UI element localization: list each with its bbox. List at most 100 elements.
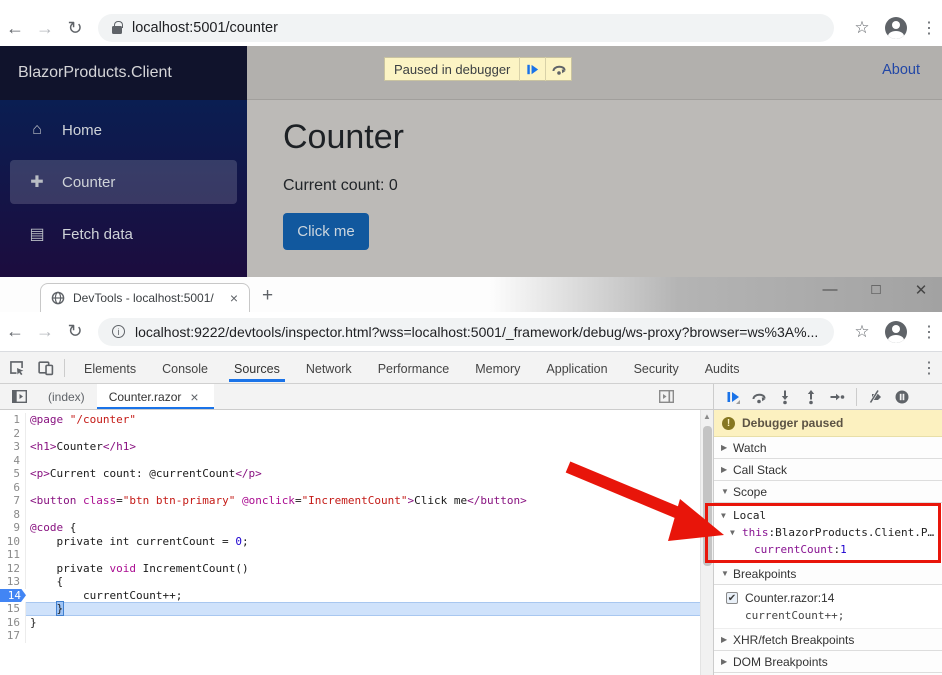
- code-line-8[interactable]: 8: [0, 507, 700, 521]
- click-me-button[interactable]: Click me: [283, 213, 369, 250]
- sidebar-item-home[interactable]: ⌂ Home: [10, 108, 237, 152]
- scope-this-row[interactable]: ▼ this: BlazorProducts.Client.P…: [714, 524, 942, 541]
- profile-avatar[interactable]: [885, 320, 907, 343]
- forward-icon[interactable]: →: [30, 18, 60, 39]
- tab-console[interactable]: Console: [149, 354, 221, 382]
- line-number: 2: [0, 426, 26, 440]
- step-icon[interactable]: [824, 385, 850, 409]
- url-text[interactable]: localhost:5001/counter: [132, 20, 278, 36]
- back-icon[interactable]: ←: [0, 321, 30, 342]
- code-token: {: [30, 575, 64, 588]
- section-label: Breakpoints: [733, 566, 797, 581]
- tab-close-icon[interactable]: ×: [187, 389, 201, 405]
- page-title: Counter: [283, 118, 404, 156]
- tab-application[interactable]: Application: [533, 354, 620, 382]
- file-tab-counter-razor[interactable]: Counter.razor ×: [96, 384, 214, 409]
- menu-dots-icon[interactable]: ⋮: [916, 18, 942, 38]
- inspect-element-icon[interactable]: [3, 356, 29, 380]
- tab-performance[interactable]: Performance: [365, 354, 463, 382]
- section-breakpoints[interactable]: ▼ Breakpoints: [714, 563, 942, 585]
- scrollbar-thumb[interactable]: [703, 426, 712, 566]
- device-toolbar-icon[interactable]: [32, 356, 58, 380]
- code-line-7[interactable]: 7 <button class="btn btn-primary" @onclic…: [0, 494, 700, 508]
- pause-on-exceptions-icon[interactable]: [889, 385, 915, 409]
- section-scope[interactable]: ▼ Scope: [714, 481, 942, 503]
- code-line-1[interactable]: 1 @page "/counter": [0, 413, 700, 427]
- sidebar-item-fetch-data[interactable]: ▤ Fetch data: [10, 212, 237, 256]
- tab-audits[interactable]: Audits: [692, 354, 753, 382]
- code-line-12[interactable]: 12 private void IncrementCount(): [0, 561, 700, 575]
- app-brand-title[interactable]: BlazorProducts.Client: [18, 64, 172, 82]
- resume-script-icon[interactable]: [720, 385, 746, 409]
- breakpoint-marker[interactable]: 14: [0, 589, 26, 603]
- editor-scrollbar[interactable]: ▲: [700, 410, 713, 675]
- url-text[interactable]: localhost:9222/devtools/inspector.html?w…: [135, 324, 818, 340]
- code-line-6[interactable]: 6: [0, 480, 700, 494]
- code-line-9[interactable]: 9 @code {: [0, 521, 700, 535]
- section-watch[interactable]: ▶ Watch: [714, 437, 942, 459]
- code-line-17[interactable]: 17: [0, 629, 700, 643]
- code-line-16[interactable]: 16}: [0, 615, 700, 629]
- address-bar[interactable]: i localhost:9222/devtools/inspector.html…: [98, 317, 834, 346]
- code-line-5[interactable]: 5 <p>Current count: @currentCount</p>: [0, 467, 700, 481]
- window-minimize-icon[interactable]: —: [815, 281, 845, 298]
- tab-elements[interactable]: Elements: [71, 354, 149, 382]
- step-over-icon[interactable]: [545, 57, 571, 81]
- menu-dots-icon[interactable]: ⋮: [916, 322, 942, 342]
- scroll-up-icon[interactable]: ▲: [701, 412, 713, 421]
- breakpoint-checkbox[interactable]: ✔: [726, 592, 738, 604]
- tab-memory[interactable]: Memory: [462, 354, 533, 382]
- code-line-3[interactable]: 3 <h1>Counter</h1>: [0, 440, 700, 454]
- step-over-icon[interactable]: [746, 385, 772, 409]
- step-out-icon[interactable]: [798, 385, 824, 409]
- deactivate-breakpoints-icon[interactable]: [863, 385, 889, 409]
- code-token: 0: [235, 534, 242, 548]
- reload-icon[interactable]: ↻: [60, 18, 90, 39]
- code-line-10[interactable]: 10 private int currentCount = 0;: [0, 534, 700, 548]
- scope-currentcount-row[interactable]: currentCount: 1: [714, 541, 942, 558]
- reload-icon[interactable]: ↻: [60, 321, 90, 342]
- back-icon[interactable]: ←: [0, 18, 30, 39]
- devtools-menu-dots-icon[interactable]: ⋮: [916, 358, 942, 378]
- window-maximize-icon[interactable]: □: [861, 281, 891, 298]
- code-line-11[interactable]: 11: [0, 548, 700, 562]
- devtools-browser-tab[interactable]: DevTools - localhost:5001/ ×: [40, 283, 250, 312]
- breakpoint-location[interactable]: Counter.razor:14: [745, 591, 834, 605]
- tab-sources[interactable]: Sources: [221, 354, 293, 382]
- scope-local-row[interactable]: ▼ Local: [714, 507, 942, 524]
- window-close-icon[interactable]: ✕: [906, 281, 936, 299]
- info-icon[interactable]: i: [112, 325, 125, 338]
- code-line-2[interactable]: 2: [0, 426, 700, 440]
- devtools-panel-tabbar: Elements Console Sources Network Performance…: [0, 352, 942, 384]
- address-bar[interactable]: localhost:5001/counter: [98, 14, 834, 42]
- code-line-14[interactable]: 14 currentCount++;: [0, 588, 700, 603]
- paused-badge-label: Paused in debugger: [394, 61, 511, 77]
- toggle-sidebar-icon[interactable]: [653, 385, 679, 409]
- profile-avatar[interactable]: [885, 17, 907, 39]
- code-line-13[interactable]: 13 {: [0, 575, 700, 589]
- section-xhr-breakpoints[interactable]: ▶ XHR/fetch Breakpoints: [714, 629, 942, 651]
- tab-network[interactable]: Network: [293, 354, 365, 382]
- code-token: Counter: [56, 440, 103, 453]
- section-call-stack[interactable]: ▶ Call Stack: [714, 459, 942, 481]
- bookmark-star-icon[interactable]: ☆: [848, 18, 876, 38]
- app-sidebar: ⌂ Home ✚ Counter ▤ Fetch data: [0, 100, 247, 277]
- bookmark-star-icon[interactable]: ☆: [848, 322, 876, 342]
- code-editor[interactable]: 1 @page "/counter" 2 3 <h1>Counter</h1> 4 5 <p>…: [0, 410, 700, 675]
- file-tab--index-[interactable]: (index): [36, 384, 97, 409]
- code-line-15[interactable]: 15 }: [0, 601, 700, 616]
- section-dom-breakpoints[interactable]: ▶ DOM Breakpoints: [714, 651, 942, 673]
- sidebar-item-counter[interactable]: ✚ Counter: [10, 160, 237, 204]
- resume-script-icon[interactable]: [519, 57, 545, 81]
- tab-close-icon[interactable]: ×: [227, 290, 241, 306]
- breakpoint-entry[interactable]: ✔ Counter.razor:14 currentCount++;: [714, 585, 942, 629]
- step-into-icon[interactable]: [772, 385, 798, 409]
- forward-icon[interactable]: →: [30, 321, 60, 342]
- new-tab-icon[interactable]: +: [262, 285, 273, 307]
- about-link[interactable]: About: [882, 62, 920, 78]
- show-navigator-icon[interactable]: [6, 385, 32, 409]
- tab-security[interactable]: Security: [621, 354, 692, 382]
- code-line-4[interactable]: 4: [0, 453, 700, 467]
